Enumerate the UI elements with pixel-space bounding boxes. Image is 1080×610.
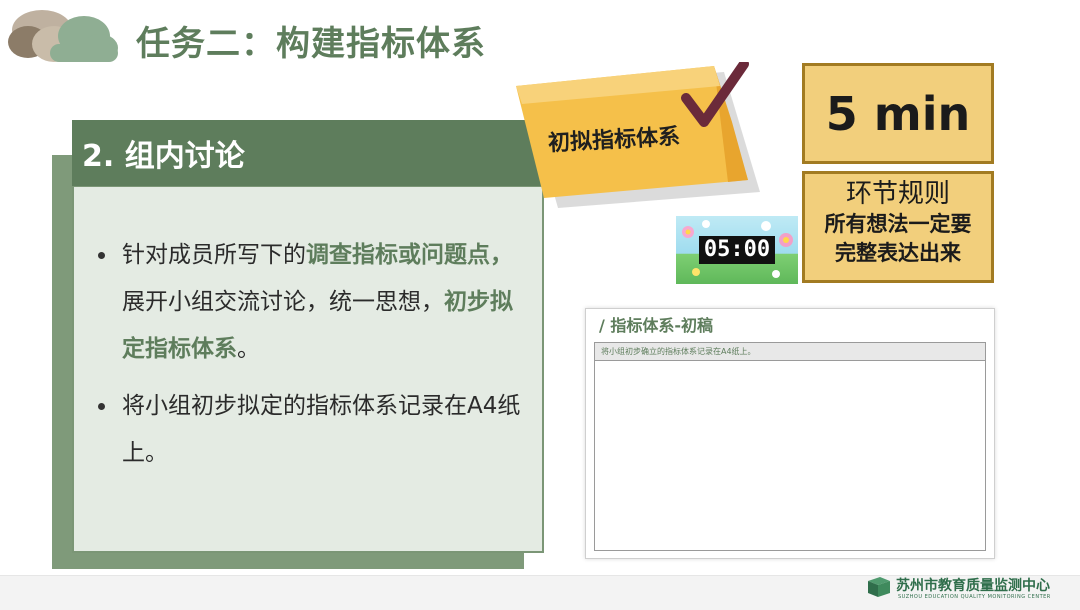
footer-org-name-en: SUZHOU EDUCATION QUALITY MONITORING CENT… [898, 594, 1051, 600]
time-limit-text: 5 min [825, 86, 971, 141]
timer-display: 05:00 [699, 236, 775, 264]
bullet-dot [98, 252, 105, 259]
bullet-list: 针对成员所写下的调查指标或问题点，展开小组交流讨论，统一思想，初步拟定指标体系。… [96, 232, 526, 487]
bullet-dot [98, 403, 105, 410]
rule-line: 所有想法一定要 [824, 212, 972, 236]
bullet-text: 针对成员所写下的 [122, 242, 306, 268]
bullet-item: 将小组初步拟定的指标体系记录在A4纸上。 [96, 383, 526, 477]
rule-line: 完整表达出来 [835, 241, 961, 265]
worksheet-instruction: 将小组初步确立的指标体系记录在A4纸上。 [594, 342, 986, 361]
discussion-card-header: 2. 组内讨论 [72, 120, 544, 186]
highlight-text: 调查指标或问题点， [306, 242, 513, 268]
bullet-item: 针对成员所写下的调查指标或问题点，展开小组交流讨论，统一思想，初步拟定指标体系。 [96, 232, 526, 373]
bullet-text: 展开小组交流讨论，统一思想， [122, 289, 444, 315]
cloud-icon [8, 10, 118, 62]
rule-box: 环节规则 所有想法一定要 完整表达出来 [802, 171, 994, 283]
book-icon [868, 577, 890, 597]
page-title: 任务二：构建指标体系 [136, 24, 486, 64]
bullet-text: 将小组初步拟定的指标体系记录在A4纸上。 [122, 393, 521, 466]
footer-org-name: 苏州市教育质量监测中心 [896, 578, 1050, 594]
countdown-timer[interactable]: 05:00 [676, 216, 798, 284]
rule-title: 环节规则 [845, 179, 950, 209]
time-limit-box: 5 min [802, 63, 994, 164]
worksheet-writing-area [594, 361, 986, 551]
bullet-text: 。 [237, 336, 260, 362]
discussion-card-title: 2. 组内讨论 [82, 139, 245, 174]
worksheet-title: / 指标体系-初稿 [599, 316, 714, 335]
